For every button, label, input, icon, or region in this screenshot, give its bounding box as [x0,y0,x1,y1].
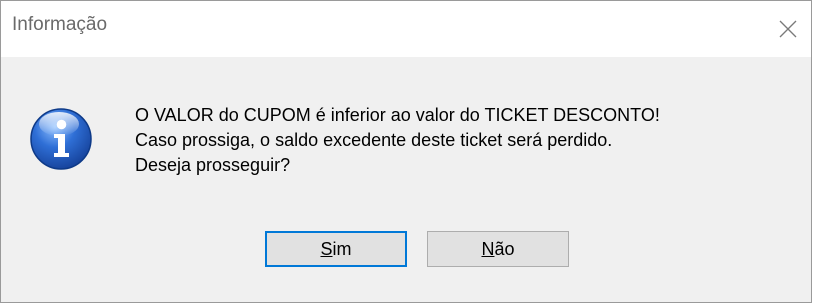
no-button[interactable]: Não [427,231,569,267]
close-icon [779,20,797,38]
no-button-mnemonic: N [481,238,495,259]
message-text: O VALOR do CUPOM é inferior ao valor do … [135,103,660,178]
yes-button-label-rest: im [332,238,352,259]
information-icon [30,108,92,170]
dialog-content: O VALOR do CUPOM é inferior ao valor do … [1,57,811,302]
message-line-3: Deseja prosseguir? [135,155,291,175]
title-bar[interactable]: Informação [1,1,811,57]
yes-button[interactable]: Sim [265,231,407,267]
no-button-label-rest: ão [494,238,515,259]
yes-button-mnemonic: S [320,238,333,259]
message-line-2: Caso prossiga, o saldo excedente deste t… [135,130,613,150]
message-line-1: O VALOR do CUPOM é inferior ao valor do … [135,105,660,125]
window-title: Informação [12,14,108,35]
message-dialog: Informação O VALOR do CUPOM é inferior a… [0,0,812,303]
close-button[interactable] [765,1,811,57]
